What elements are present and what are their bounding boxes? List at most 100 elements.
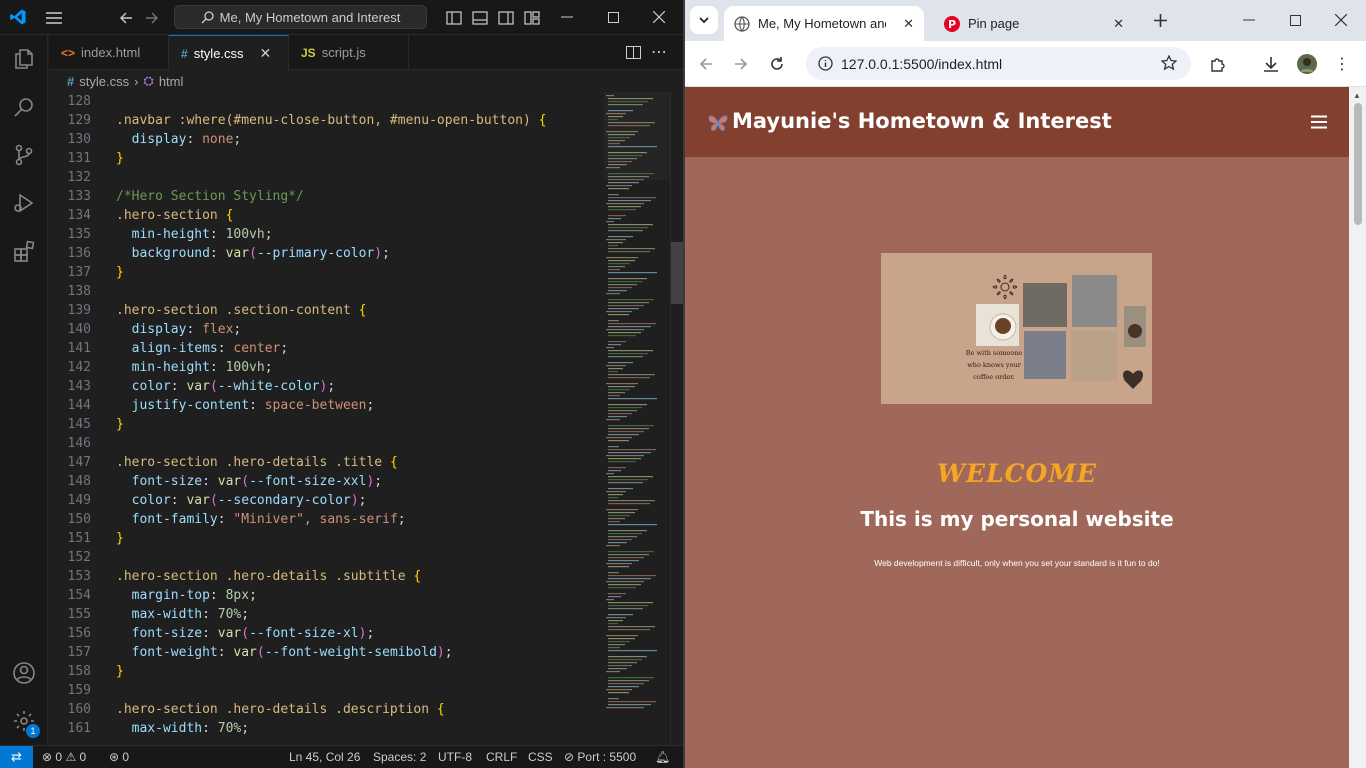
code-line[interactable]: 134 .hero-section { bbox=[49, 206, 604, 225]
manage-gear-icon[interactable]: 1 bbox=[0, 697, 48, 745]
code-line[interactable]: 136 background: var(--primary-color); bbox=[49, 244, 604, 263]
explorer-icon[interactable] bbox=[0, 35, 48, 83]
more-actions-icon[interactable]: ⋯ bbox=[647, 40, 671, 64]
code-line[interactable]: 149 color: var(--secondary-color); bbox=[49, 491, 604, 510]
forward-arrow-icon[interactable] bbox=[727, 50, 755, 78]
close-tab-icon[interactable]: ✕ bbox=[903, 16, 914, 32]
tab-style-css[interactable]: # style.css ✕ bbox=[169, 35, 289, 71]
code-line[interactable]: 152 bbox=[49, 548, 604, 567]
line-number: 138 bbox=[67, 284, 91, 299]
code-line[interactable]: 148 font-size: var(--font-size-xxl); bbox=[49, 472, 604, 491]
code-line[interactable]: 150 font-family: "Miniver", sans-serif; bbox=[49, 510, 604, 529]
live-server-status[interactable]: ⊘ Port : 5500 bbox=[564, 746, 636, 768]
code-line[interactable]: 147 .hero-section .hero-details .title { bbox=[49, 453, 604, 472]
customize-layout-icon[interactable] bbox=[520, 6, 544, 30]
cursor-position[interactable]: Ln 45, Col 26 bbox=[289, 746, 360, 768]
command-center-search[interactable]: Me, My Hometown and Interest bbox=[174, 5, 427, 29]
maximize-button[interactable] bbox=[590, 0, 636, 34]
menu-icon[interactable] bbox=[42, 6, 66, 30]
address-bar[interactable]: 127.0.0.1:5500/index.html bbox=[806, 47, 1191, 80]
extensions-icon[interactable] bbox=[0, 227, 48, 275]
minimize-button[interactable] bbox=[1226, 0, 1272, 40]
code-line[interactable]: 137} bbox=[49, 263, 604, 282]
code-line[interactable]: 144 justify-content: space-between; bbox=[49, 396, 604, 415]
accounts-icon[interactable] bbox=[0, 649, 48, 697]
code-line[interactable]: 154 margin-top: 8px; bbox=[49, 586, 604, 605]
code-line[interactable]: 151} bbox=[49, 529, 604, 548]
code-line[interactable]: 160 .hero-section .hero-details .descript… bbox=[49, 700, 604, 719]
minimize-button[interactable] bbox=[544, 0, 590, 34]
breadcrumb: # style.css › ⛭ html bbox=[49, 70, 683, 92]
toggle-panel-icon[interactable] bbox=[468, 6, 492, 30]
code-line[interactable]: 161 max-width: 70%; bbox=[49, 719, 604, 738]
code-line[interactable]: 141 align-items: center; bbox=[49, 339, 604, 358]
code-line[interactable]: 142 min-height: 100vh; bbox=[49, 358, 604, 377]
code-line[interactable]: 159 bbox=[49, 681, 604, 700]
close-window-button[interactable] bbox=[636, 0, 682, 34]
code-line[interactable]: 138 bbox=[49, 282, 604, 301]
close-tab-icon[interactable]: ✕ bbox=[1113, 16, 1124, 32]
more-options-icon[interactable]: ⋮ bbox=[1328, 50, 1356, 78]
code-line[interactable]: 153 .hero-section .hero-details .subtitle… bbox=[49, 567, 604, 586]
tab-search-chevron-icon[interactable] bbox=[690, 6, 718, 34]
code-line[interactable]: 130 display: none; bbox=[49, 130, 604, 149]
code-line[interactable]: 139 .hero-section .section-content { bbox=[49, 301, 604, 320]
browser-tab[interactable]: P Pin page ✕ bbox=[934, 6, 1134, 41]
scrollbar-thumb[interactable] bbox=[671, 242, 683, 304]
site-info-icon[interactable] bbox=[818, 56, 833, 71]
scroll-up-icon[interactable]: ▲ bbox=[1353, 91, 1361, 100]
tab-script-js[interactable]: JS script.js bbox=[289, 35, 409, 70]
profile-avatar[interactable] bbox=[1293, 50, 1321, 78]
reload-icon[interactable] bbox=[763, 50, 791, 78]
source-control-icon[interactable] bbox=[0, 131, 48, 179]
download-icon[interactable] bbox=[1257, 50, 1285, 78]
code-line[interactable]: 156 font-size: var(--font-size-xl); bbox=[49, 624, 604, 643]
hamburger-menu-icon[interactable] bbox=[1311, 115, 1327, 129]
code-line[interactable]: 133 /*Hero Section Styling*/ bbox=[49, 187, 604, 206]
notifications-bell-icon[interactable]: 🔔︎ bbox=[655, 746, 670, 768]
code-line[interactable]: 140 display: flex; bbox=[49, 320, 604, 339]
minimap[interactable] bbox=[604, 92, 670, 745]
problems-status[interactable]: ⊗ 0 ⚠ 0 bbox=[42, 746, 86, 768]
forward-arrow-icon[interactable] bbox=[140, 6, 164, 30]
code-line[interactable]: 143 color: var(--white-color); bbox=[49, 377, 604, 396]
code-line[interactable]: 157 font-weight: var(--font-weight-semib… bbox=[49, 643, 604, 662]
code-line[interactable]: 158} bbox=[49, 662, 604, 681]
code-line[interactable]: 146 bbox=[49, 434, 604, 453]
code-line[interactable]: 135 min-height: 100vh; bbox=[49, 225, 604, 244]
extensions-puzzle-icon[interactable] bbox=[1203, 50, 1231, 78]
code-line[interactable]: 128 bbox=[49, 92, 604, 111]
end-of-line[interactable]: CRLF bbox=[486, 746, 517, 768]
back-arrow-icon[interactable] bbox=[114, 6, 138, 30]
ports-status[interactable]: ⊛ 0 bbox=[109, 746, 129, 768]
browser-tab-active[interactable]: Me, My Hometown and In ✕ bbox=[724, 6, 924, 41]
code-line[interactable]: 131} bbox=[49, 149, 604, 168]
indentation[interactable]: Spaces: 2 bbox=[373, 746, 426, 768]
language-mode[interactable]: CSS bbox=[528, 746, 553, 768]
page-scrollbar-thumb[interactable] bbox=[1354, 103, 1362, 225]
breadcrumb-file[interactable]: style.css bbox=[79, 74, 129, 89]
vertical-scrollbar[interactable] bbox=[670, 92, 683, 745]
code-editor[interactable]: 128 129 .navbar :where(#menu-close-button,… bbox=[49, 92, 604, 745]
new-tab-plus-icon[interactable] bbox=[1146, 6, 1174, 34]
run-and-debug-icon[interactable] bbox=[0, 179, 48, 227]
page-scrollbar[interactable]: ▲ bbox=[1349, 87, 1366, 768]
breadcrumb-symbol[interactable]: html bbox=[159, 74, 184, 89]
bookmark-star-icon[interactable] bbox=[1161, 55, 1177, 71]
remote-icon[interactable]: ⇄ bbox=[0, 746, 33, 768]
code-line[interactable]: 129 .navbar :where(#menu-close-button, #m… bbox=[49, 111, 604, 130]
split-editor-icon[interactable] bbox=[621, 40, 645, 64]
toggle-secondary-sidebar-icon[interactable] bbox=[494, 6, 518, 30]
close-icon[interactable]: ✕ bbox=[260, 45, 272, 62]
tab-index-html[interactable]: <> index.html bbox=[49, 35, 169, 70]
site-title[interactable]: Mayunie's Hometown & Interest bbox=[732, 109, 1112, 133]
toggle-primary-sidebar-icon[interactable] bbox=[442, 6, 466, 30]
maximize-button[interactable] bbox=[1272, 0, 1318, 40]
close-window-button[interactable] bbox=[1318, 0, 1364, 40]
search-icon[interactable] bbox=[0, 83, 48, 131]
code-line[interactable]: 155 max-width: 70%; bbox=[49, 605, 604, 624]
code-line[interactable]: 145} bbox=[49, 415, 604, 434]
code-line[interactable]: 132 bbox=[49, 168, 604, 187]
back-arrow-icon[interactable] bbox=[692, 50, 720, 78]
encoding[interactable]: UTF-8 bbox=[438, 746, 472, 768]
